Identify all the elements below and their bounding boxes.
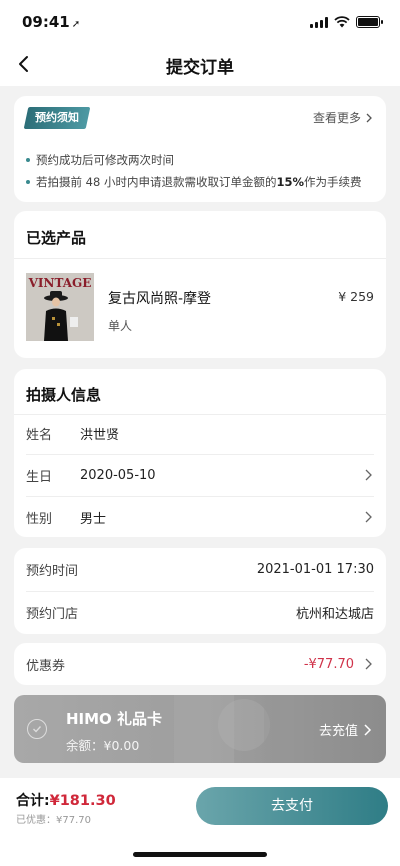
check-icon (33, 726, 42, 733)
birthday-row[interactable]: 生日 2020-05-10 (26, 455, 374, 495)
see-more-link[interactable]: 查看更多 (313, 109, 374, 126)
notice-line-2: 若拍摄前 48 小时内申请退款需收取订单金额的 15% 作为手续费 (26, 174, 361, 190)
product-subtitle: 单人 (108, 319, 133, 333)
booking-store-row: 预约门店 杭州和达城店 (26, 592, 374, 632)
coupon-label: 优惠券 (26, 658, 66, 674)
booking-time-label: 预约时间 (26, 563, 79, 579)
chevron-right-icon (364, 723, 372, 736)
gift-card-balance: 余额：¥0.00 (66, 738, 140, 753)
booking-store-value: 杭州和达城店 (295, 606, 374, 622)
total-amount: ¥181.30 (49, 793, 116, 809)
notice-text-2-prefix: 若拍摄前 48 小时内申请退款需收取订单金额的 (36, 175, 277, 189)
battery-icon (356, 16, 383, 28)
saved-amount: 已优惠：¥77.70 (16, 815, 91, 826)
nav-bar: 提交订单 (0, 44, 400, 86)
notice-text-2-suffix: 作为手续费 (303, 175, 362, 189)
notice-fee-rate: 15% (276, 175, 304, 189)
chevron-right-icon (365, 511, 372, 523)
gender-row[interactable]: 性别 男士 (26, 497, 374, 537)
name-row[interactable]: 姓名 洪世贤 (26, 413, 374, 453)
chevron-right-icon (366, 113, 372, 122)
bullet-dot (26, 158, 30, 162)
gift-card-title: HIMO 礼品卡 (66, 710, 163, 728)
selected-product-card: 已选产品 VINTAGE 复古风尚照-摩登 ¥ 259 单人 (14, 211, 386, 358)
location-arrow-icon: ➚ (71, 19, 81, 30)
pay-button[interactable]: 去支付 (196, 787, 388, 825)
booking-time-value: 2021-01-01 17:30 (256, 561, 374, 577)
gift-card-checkbox[interactable] (27, 719, 47, 739)
status-time: 09:41 ➚ (22, 13, 80, 31)
birthday-value: 2020-05-10 (80, 467, 156, 483)
notice-badge-label: 预约须知 (35, 111, 79, 124)
gender-value: 男士 (80, 511, 107, 527)
home-indicator (133, 852, 267, 857)
birthday-label: 生日 (26, 469, 53, 485)
notice-badge: 预约须知 (23, 107, 91, 129)
gender-label: 性别 (26, 511, 53, 527)
booking-store-label: 预约门店 (26, 606, 79, 622)
name-value: 洪世贤 (80, 427, 120, 443)
page-title: 提交订单 (166, 58, 234, 78)
name-label: 姓名 (26, 427, 53, 443)
total-summary: 合计:¥181.30 (16, 790, 116, 810)
recharge-button[interactable]: 去充值 (319, 720, 372, 739)
chevron-right-icon (365, 658, 372, 670)
status-time-text: 09:41 (22, 13, 70, 31)
notice-line-1: 预约成功后可修改两次时间 (26, 152, 174, 168)
coupon-discount-value: -¥77.70 (303, 656, 354, 672)
booking-notice-card: 预约须知 查看更多 预约成功后可修改两次时间 若拍摄前 48 小时内申请退款需收… (14, 96, 386, 202)
product-photo-image: VINTAGE (26, 273, 94, 341)
chevron-right-icon (365, 469, 372, 481)
recharge-label: 去充值 (318, 724, 358, 739)
checkout-bar: 合计:¥181.30 已优惠：¥77.70 去支付 (0, 778, 400, 866)
wifi-icon (334, 16, 350, 28)
product-name: 复古风尚照-摩登 (108, 291, 212, 307)
cellular-signal-icon (310, 16, 328, 28)
coupon-card[interactable]: 优惠券 -¥77.70 (14, 643, 386, 685)
see-more-label: 查看更多 (312, 111, 361, 125)
booking-details-card: 预约时间 2021-01-01 17:30 预约门店 杭州和达城店 (14, 548, 386, 634)
section-title-product: 已选产品 (26, 229, 87, 247)
status-bar: 09:41 ➚ (0, 0, 400, 44)
product-price: ¥ 259 (338, 289, 374, 304)
photographee-info-card: 拍摄人信息 姓名 洪世贤 生日 2020-05-10 性别 男士 (14, 369, 386, 537)
gift-card-panel: HIMO 礼品卡 余额：¥0.00 去充值 (14, 695, 386, 763)
divider (14, 258, 386, 259)
section-title-person: 拍摄人信息 (26, 386, 102, 404)
vintage-text: VINTAGE (28, 276, 92, 290)
notice-text-1: 预约成功后可修改两次时间 (36, 153, 174, 167)
bullet-dot (26, 180, 30, 184)
product-thumbnail[interactable]: VINTAGE (26, 273, 94, 341)
booking-time-row: 预约时间 2021-01-01 17:30 (26, 549, 374, 589)
total-label: 合计: (16, 793, 50, 809)
coupon-row[interactable]: 优惠券 -¥77.70 (26, 644, 374, 684)
status-icons (310, 16, 383, 28)
